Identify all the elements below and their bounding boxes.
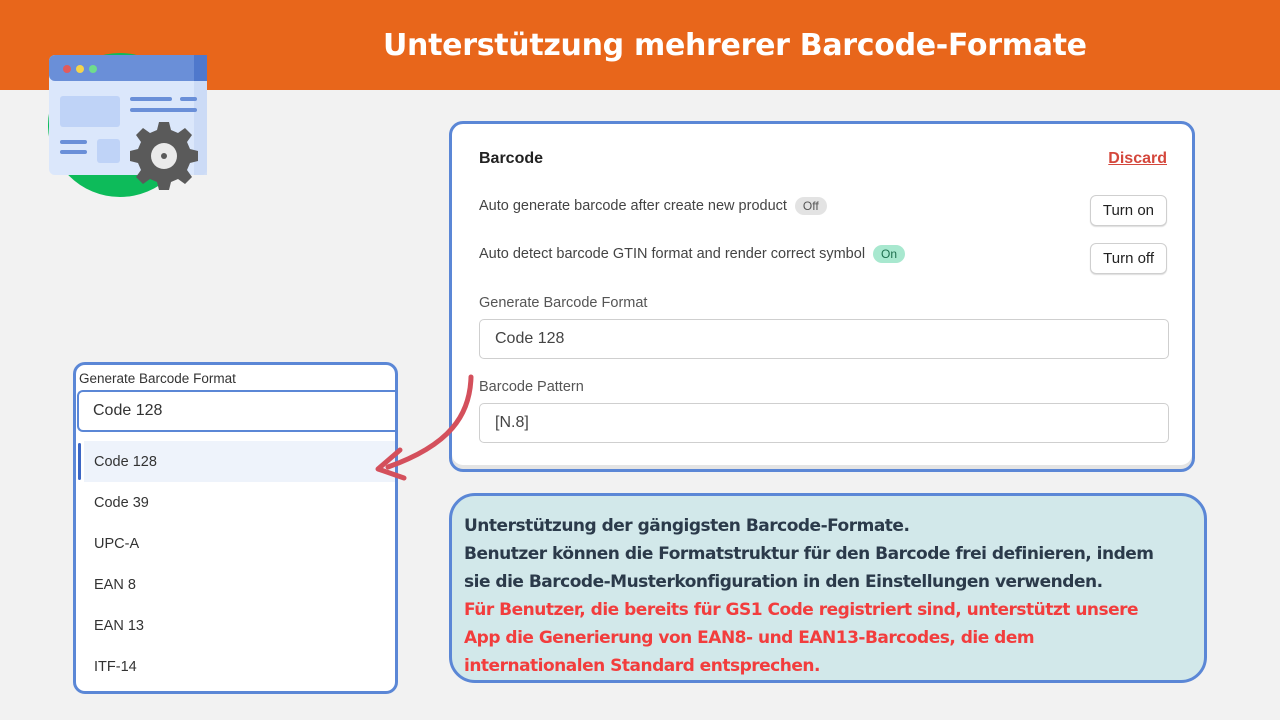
gs1-highlight-line: App die Generierung von EAN8- und EAN13-… — [464, 628, 1035, 648]
format-field-label: Generate Barcode Format — [479, 295, 648, 311]
gear-icon — [130, 122, 198, 190]
dropdown-option-code-128[interactable]: Code 128 — [78, 441, 395, 482]
dropdown-option-itf-14[interactable]: ITF-14 — [76, 646, 395, 687]
auto-generate-setting: Auto generate barcode after create new p… — [479, 197, 827, 215]
dropdown-option-ean-8[interactable]: EAN 8 — [76, 564, 395, 605]
window-dot-yellow — [76, 65, 84, 73]
discard-link[interactable]: Discard — [1108, 150, 1167, 168]
window-dot-red — [63, 65, 71, 73]
barcode-settings-card: Barcode Discard Auto generate barcode af… — [449, 121, 1195, 472]
dropdown-option-code-39[interactable]: Code 39 — [76, 482, 395, 523]
dropdown-option-ean-13[interactable]: EAN 13 — [76, 605, 395, 646]
pattern-field-label: Barcode Pattern — [479, 379, 584, 395]
feature-description-box: Unterstützung der gängigsten Barcode-For… — [449, 493, 1207, 683]
description-line: sie die Barcode-Musterkonfiguration in d… — [464, 572, 1103, 592]
format-select[interactable]: Code 128 — [479, 319, 1169, 359]
gs1-highlight-line: internationalen Standard entsprechen. — [464, 656, 820, 676]
description-line: Benutzer können die Formatstruktur für d… — [464, 544, 1154, 564]
gs1-highlight-line: Für Benutzer, die bereits für GS1 Code r… — [464, 600, 1139, 620]
description-line: Unterstützung der gängigsten Barcode-For… — [464, 516, 910, 536]
format-dropdown-panel: Generate Barcode Format Code 128 Code 12… — [73, 362, 398, 694]
page-title: Unterstützung mehrerer Barcode-Formate — [383, 28, 1087, 63]
setting-label: Auto generate barcode after create new p… — [479, 198, 787, 214]
dropdown-label: Generate Barcode Format — [79, 371, 236, 386]
setting-label: Auto detect barcode GTIN format and rend… — [479, 246, 866, 262]
browser-titlebar — [49, 55, 207, 81]
browser-settings-icon — [48, 53, 207, 197]
window-dot-green — [89, 65, 97, 73]
curved-arrow-icon — [375, 374, 474, 481]
dropdown-select[interactable]: Code 128 — [77, 390, 395, 432]
dropdown-options-list: Code 128 Code 39 UPC-A EAN 8 EAN 13 ITF-… — [76, 441, 395, 687]
auto-detect-setting: Auto detect barcode GTIN format and rend… — [479, 245, 906, 263]
card-title: Barcode — [479, 150, 544, 167]
status-badge-off: Off — [794, 197, 827, 215]
pattern-input[interactable]: [N.8] — [479, 403, 1169, 443]
turn-off-button[interactable]: Turn off — [1090, 243, 1167, 274]
dropdown-option-upc-a[interactable]: UPC-A — [76, 523, 395, 564]
turn-on-button[interactable]: Turn on — [1089, 195, 1167, 226]
status-badge-on: On — [873, 245, 906, 263]
